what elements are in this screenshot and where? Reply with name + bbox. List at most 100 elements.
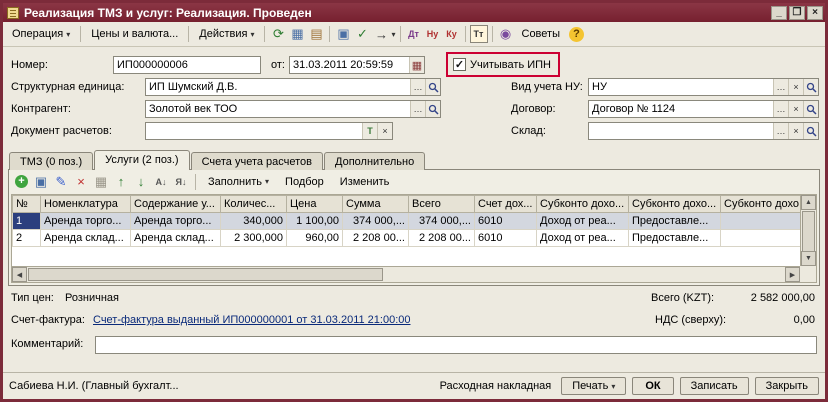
chevron-down-icon[interactable]: ▾ <box>391 30 395 39</box>
nu-kind-clear-button[interactable]: × <box>788 79 803 95</box>
operation-menu-button[interactable]: Операция▾ <box>6 25 76 43</box>
date-field[interactable]: ▦ <box>289 56 425 74</box>
scroll-left-icon[interactable]: ◀ <box>12 267 27 282</box>
column-header[interactable]: Субконто дохо... <box>537 196 629 213</box>
scroll-right-icon[interactable]: ▶ <box>785 267 800 282</box>
print-form-button[interactable]: Расходная накладная <box>436 378 556 394</box>
column-header[interactable]: Содержание у... <box>131 196 221 213</box>
text-style-icon[interactable]: Тт <box>470 25 488 43</box>
column-header[interactable]: Цена <box>287 196 343 213</box>
tab-4[interactable]: Дополнительно <box>324 152 425 170</box>
delete-row-icon[interactable]: × <box>72 173 90 191</box>
table-cell[interactable]: 1 100,00 <box>287 213 343 230</box>
table-cell[interactable]: 2 <box>13 230 41 247</box>
table-cell[interactable]: 374 000,... <box>409 213 475 230</box>
move-down-icon[interactable]: ↓ <box>132 173 150 191</box>
column-header[interactable]: Всего <box>409 196 475 213</box>
table-cell[interactable]: Предоставле... <box>629 213 721 230</box>
change-button[interactable]: Изменить <box>333 174 397 190</box>
tab-2[interactable]: Услуги (2 поз.) <box>94 150 189 170</box>
maximize-button[interactable]: ❐ <box>789 6 805 20</box>
advice-icon[interactable]: ◉ <box>497 25 515 43</box>
table-cell[interactable]: 340,000 <box>221 213 287 230</box>
horizontal-scroll-thumb[interactable] <box>28 268 383 281</box>
number-input[interactable] <box>114 57 260 73</box>
nu-kind-ellipsis-button[interactable]: … <box>773 79 788 95</box>
minimize-button[interactable]: _ <box>771 6 787 20</box>
table-row[interactable]: 2Аренда склад...Аренда склад...2 300,000… <box>13 230 801 247</box>
counterparty-input[interactable] <box>146 101 410 117</box>
scroll-down-icon[interactable]: ▼ <box>801 251 816 266</box>
vertical-scrollbar[interactable]: ▲ ▼ <box>800 195 816 266</box>
copy-icon[interactable]: ▣ <box>334 25 352 43</box>
warehouse-input[interactable] <box>589 123 773 139</box>
close-button[interactable]: × <box>807 6 823 20</box>
contract-lookup-button[interactable] <box>803 101 818 117</box>
column-header[interactable]: Сумма <box>343 196 409 213</box>
save-button[interactable]: Записать <box>680 377 749 395</box>
actions-menu-button[interactable]: Действия▾ <box>193 25 260 43</box>
copy-row-icon[interactable]: ▣ <box>32 173 50 191</box>
counterparty-field[interactable]: … <box>145 100 441 118</box>
comment-field[interactable] <box>95 336 817 354</box>
help-icon[interactable]: ? <box>569 27 584 42</box>
fill-menu-button[interactable]: Заполнить▾ <box>201 174 276 190</box>
post-document-icon[interactable]: ✓ <box>353 25 371 43</box>
ipn-checkbox-label[interactable]: Учитывать ИПН <box>470 59 551 71</box>
column-header[interactable]: Количес... <box>221 196 287 213</box>
add-row-icon[interactable]: + <box>15 175 28 188</box>
table-cell[interactable]: 2 300,000 <box>221 230 287 247</box>
table-cell[interactable]: Доход от реа... <box>537 213 629 230</box>
settlement-document-field[interactable]: Т × <box>145 122 393 140</box>
structural-unit-lookup-button[interactable] <box>425 79 440 95</box>
warehouse-ellipsis-button[interactable]: … <box>773 123 788 139</box>
table-cell[interactable]: 2 208 00... <box>409 230 475 247</box>
table-cell[interactable]: Предоставле... <box>629 230 721 247</box>
column-header[interactable]: Субконто дохо... <box>721 196 801 213</box>
contract-input[interactable] <box>589 101 773 117</box>
number-field[interactable] <box>113 56 261 74</box>
settlement-document-clear-button[interactable]: × <box>377 123 392 139</box>
table-cell[interactable]: Аренда торго... <box>131 213 221 230</box>
reread-document-icon[interactable]: ⟳ <box>269 25 287 43</box>
table-cell[interactable]: Аренда склад... <box>131 230 221 247</box>
table-cell[interactable]: 6010 <box>475 230 537 247</box>
nu-kind-field[interactable]: … × <box>588 78 819 96</box>
nu-kind-input[interactable] <box>589 79 773 95</box>
pick-button[interactable]: Подбор <box>278 174 331 190</box>
scroll-up-icon[interactable]: ▲ <box>801 195 816 210</box>
prices-currency-button[interactable]: Цены и валюта... <box>85 25 184 43</box>
table-cell[interactable]: 960,00 <box>287 230 343 247</box>
table-cell[interactable]: 374 000,... <box>343 213 409 230</box>
contract-field[interactable]: … × <box>588 100 819 118</box>
column-header[interactable]: Номенклатура <box>41 196 131 213</box>
table-row[interactable]: 1Аренда торго...Аренда торго...340,0001 … <box>13 213 801 230</box>
ku-accounting-icon[interactable]: Ку <box>443 25 461 43</box>
settlement-document-text-button[interactable]: Т <box>362 123 377 139</box>
table-cell[interactable] <box>721 230 801 247</box>
table-cell[interactable] <box>721 213 801 230</box>
edit-row-icon[interactable]: ✎ <box>52 173 70 191</box>
close-document-button[interactable]: Закрыть <box>755 377 819 395</box>
invoice-link[interactable]: Счет-фактура выданный ИП000000001 от 31.… <box>93 314 411 326</box>
warehouse-clear-button[interactable]: × <box>788 123 803 139</box>
table-cell[interactable]: 2 208 00... <box>343 230 409 247</box>
warehouse-field[interactable]: … × <box>588 122 819 140</box>
comment-input[interactable] <box>96 337 816 353</box>
print-button[interactable]: Печать▾ <box>561 377 626 395</box>
table-cell[interactable]: Доход от реа... <box>537 230 629 247</box>
tips-button[interactable]: Советы <box>516 25 566 43</box>
counterparty-lookup-button[interactable] <box>425 101 440 117</box>
tab-1[interactable]: ТМЗ (0 поз.) <box>9 152 93 170</box>
date-input[interactable] <box>290 57 409 73</box>
table-cell[interactable]: Аренда склад... <box>41 230 131 247</box>
tab-3[interactable]: Счета учета расчетов <box>191 152 323 170</box>
ok-button[interactable]: ОК <box>632 377 673 395</box>
sort-asc-icon[interactable]: А↓ <box>152 173 170 191</box>
goto-icon[interactable]: → <box>372 25 390 43</box>
titlebar[interactable]: Реализация ТМЗ и услуг: Реализация. Пров… <box>3 3 825 22</box>
column-header[interactable]: № <box>13 196 41 213</box>
horizontal-scrollbar[interactable]: ◀ ▶ <box>12 266 800 282</box>
nu-kind-lookup-button[interactable] <box>803 79 818 95</box>
nu-accounting-icon[interactable]: Ну <box>424 25 442 43</box>
